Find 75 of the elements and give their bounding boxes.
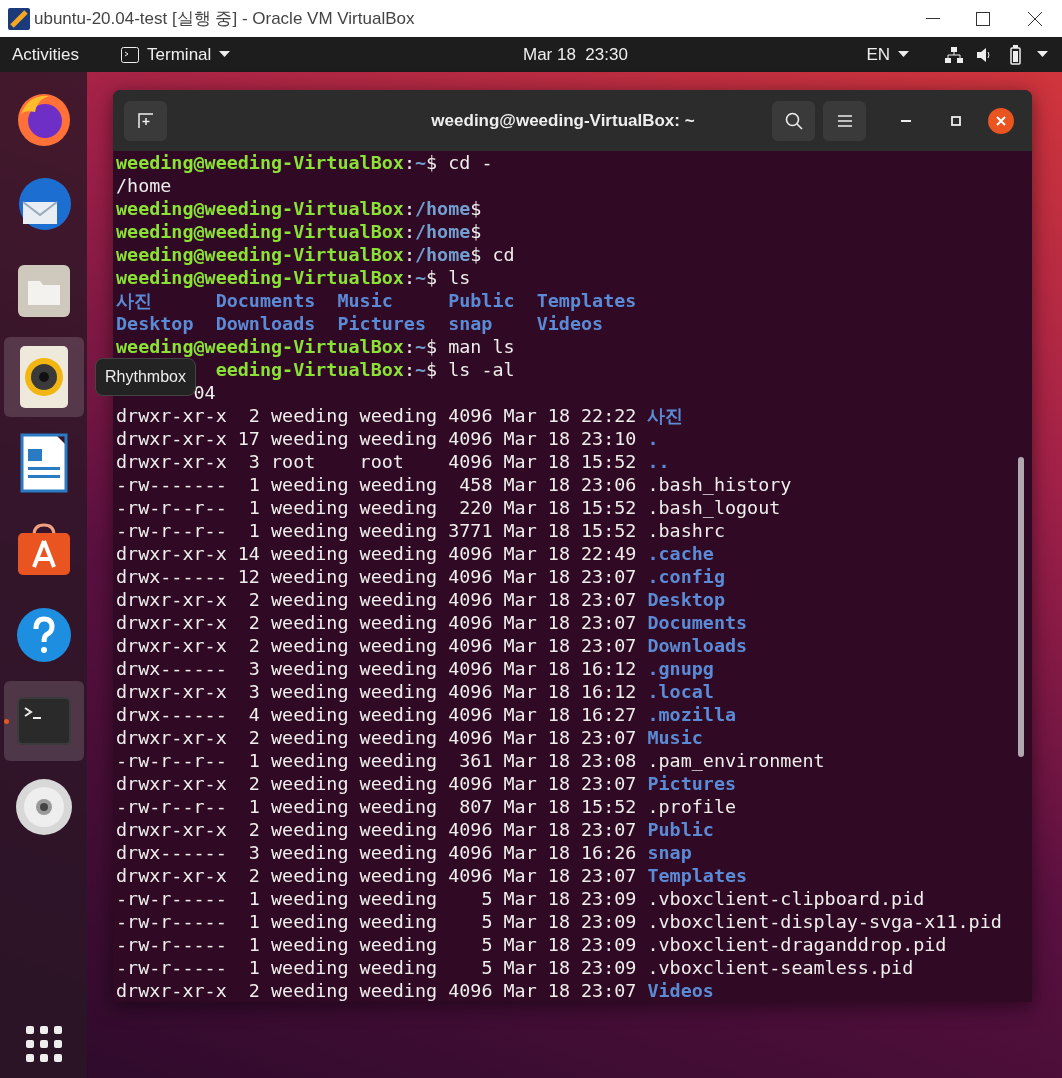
- terminal-line: weeding@weeding-VirtualBox:~$ ls: [116, 266, 472, 289]
- show-applications-button[interactable]: [23, 1024, 64, 1064]
- terminal-line: -rw-r----- 1 weeding weeding 5 Mar 18 23:09 .vboxclient-clipboard.pid: [116, 887, 926, 910]
- clock[interactable]: Mar 18 23:30: [523, 41, 628, 68]
- terminal-line: drwxr-xr-x 3 root root 4096 Mar 18 15:52 ..: [116, 450, 671, 473]
- minimize-icon: [901, 119, 911, 122]
- terminal-line: drwxr-xr-x 14 weeding weeding 4096 Mar 18 22:49 .cache: [116, 542, 715, 565]
- close-button[interactable]: [988, 107, 1014, 134]
- network-icon: [945, 46, 963, 63]
- close-icon: [1028, 11, 1042, 26]
- speaker-icon: [18, 345, 69, 409]
- terminal-line: drwxr-xr-x 2 weeding weeding 4096 Mar 18 23:07 Public: [116, 818, 715, 841]
- terminal-line: drwxr-xr-x 2 weeding weeding 4096 Mar 18 23:07 Pictures: [116, 772, 738, 795]
- terminal-icon: [15, 696, 72, 746]
- system-menu[interactable]: [945, 44, 1048, 65]
- terminal-line: drwxr-xr-x 2 weeding weeding 4096 Mar 18 23:07 Desktop: [116, 588, 726, 611]
- terminal-line: drwxr-xr-x 2 weeding weeding 4096 Mar 18 22:22 사진: [116, 404, 685, 427]
- terminal-icon: [121, 46, 140, 63]
- terminal-line: weeding@weeding-VirtualBox:/home$: [116, 197, 483, 220]
- terminal-line: -rw-r----- 1 weeding weeding 5 Mar 18 23:09 .vboxclient-display-svga-x11.pid: [116, 910, 1003, 933]
- terminal-line: -rw-r--r-- 1 weeding weeding 3771 Mar 18 15:52 .bashrc: [116, 519, 726, 542]
- activities-button[interactable]: Activities: [12, 41, 80, 68]
- new-tab-button[interactable]: [124, 100, 167, 141]
- dock-item[interactable]: [3, 337, 84, 417]
- terminal-title: weeding@weeding-VirtualBox: ~: [430, 109, 696, 132]
- search-icon: [784, 111, 803, 130]
- scrollbar[interactable]: [1018, 457, 1024, 757]
- terminal-line: drwx------ 4 weeding weeding 4096 Mar 18 16:27 .mozilla: [116, 703, 738, 726]
- terminal-line: Desktop Downloads Pictures snap Videos: [116, 312, 605, 335]
- caret-icon: [1037, 51, 1048, 58]
- close-icon: [996, 115, 1006, 126]
- terminal-line: drwx------ 3 weeding weeding 4096 Mar 18 16:12 .gnupg: [116, 657, 715, 680]
- new-tab-icon: [137, 112, 154, 129]
- terminal-line: -rw-r--r-- 1 weeding weeding 361 Mar 18 23:08 .pam_environment: [116, 749, 826, 772]
- terminal-line: drwxr-xr-x 2 weeding weeding 4096 Mar 18 23:07 Documents: [116, 611, 749, 634]
- menu-button[interactable]: [823, 100, 866, 141]
- document-icon: [19, 433, 68, 493]
- terminal-line: drwxr-xr-x 17 weeding weeding 4096 Mar 18 23:10 .: [116, 427, 660, 450]
- terminal-line: -rw-r--r-- 1 weeding weeding 807 Mar 18 15:52 .profile: [116, 795, 738, 818]
- volume-icon: [977, 47, 993, 62]
- terminal-line: 사진 Documents Music Public Templates: [116, 289, 638, 312]
- terminal-line: eeding-VirtualBox:~$ ls -al: [215, 359, 515, 380]
- maximize-icon: [976, 11, 990, 26]
- terminal-line: -rw-r----- 1 weeding weeding 5 Mar 18 23:09 .vboxclient-draganddrop.pid: [116, 933, 948, 956]
- folder-icon: [15, 263, 72, 319]
- terminal-line: drwxr-xr-x 2 weeding weeding 4096 Mar 18 23:07 Music: [116, 726, 704, 749]
- menu-icon: [837, 114, 852, 127]
- terminal-line: -rw-r--r-- 1 weeding weeding 220 Mar 18 15:52 .bash_logout: [116, 496, 782, 519]
- help-icon: [15, 607, 72, 663]
- app-menu[interactable]: Terminal: [121, 41, 231, 68]
- terminal-line: drwxr-xr-x 2 weeding weeding 4096 Mar 18 23:07 Videos: [116, 979, 715, 1002]
- minimize-icon: [926, 17, 940, 20]
- language-menu[interactable]: EN: [866, 41, 909, 68]
- terminal-line: drwxr-xr-x 2 weeding weeding 4096 Mar 18 23:07 Templates: [116, 864, 749, 887]
- terminal-line: -rw-r----- 1 weeding weeding 5 Mar 18 23:09 .vboxclient-seamless.pid: [116, 956, 915, 979]
- terminal-line: 04: [193, 382, 216, 403]
- terminal-line: weeding@weeding-VirtualBox:~$ cd -: [116, 151, 494, 174]
- terminal-line: weeding@weeding-VirtualBox:~$ man ls: [116, 335, 516, 358]
- battery-icon: [1007, 44, 1023, 65]
- disc-icon: [14, 778, 73, 836]
- maximize-icon: [951, 115, 961, 126]
- terminal-line: drwxr-xr-x 3 weeding weeding 4096 Mar 18 16:12 .local: [116, 680, 715, 703]
- window-title: ubuntu-20.04-test [실행 중] - Oracle VM VirtualBox: [34, 7, 415, 30]
- terminal-line: weeding@weeding-VirtualBox:/home$: [116, 220, 483, 243]
- terminal-line: drwxr-xr-x 2 weeding weeding 4096 Mar 18 23:07 Downloads: [116, 634, 749, 657]
- terminal-line: /home: [116, 174, 173, 197]
- terminal-line: weeding@weeding-VirtualBox:/home$ cd: [116, 243, 516, 266]
- search-button[interactable]: [772, 100, 815, 141]
- caret-icon: [898, 51, 909, 58]
- terminal-line: -rw------- 1 weeding weeding 458 Mar 18 23:06 .bash_history: [116, 473, 793, 496]
- terminal-line: drwx------ 12 weeding weeding 4096 Mar 18 23:07 .config: [116, 565, 726, 588]
- terminal-line: drwx------ 3 weeding weeding 4096 Mar 18 16:26 snap: [116, 841, 693, 864]
- caret-icon: [219, 51, 231, 58]
- grid-icon: [23, 1024, 64, 1064]
- shopping-bag-icon: [15, 521, 72, 577]
